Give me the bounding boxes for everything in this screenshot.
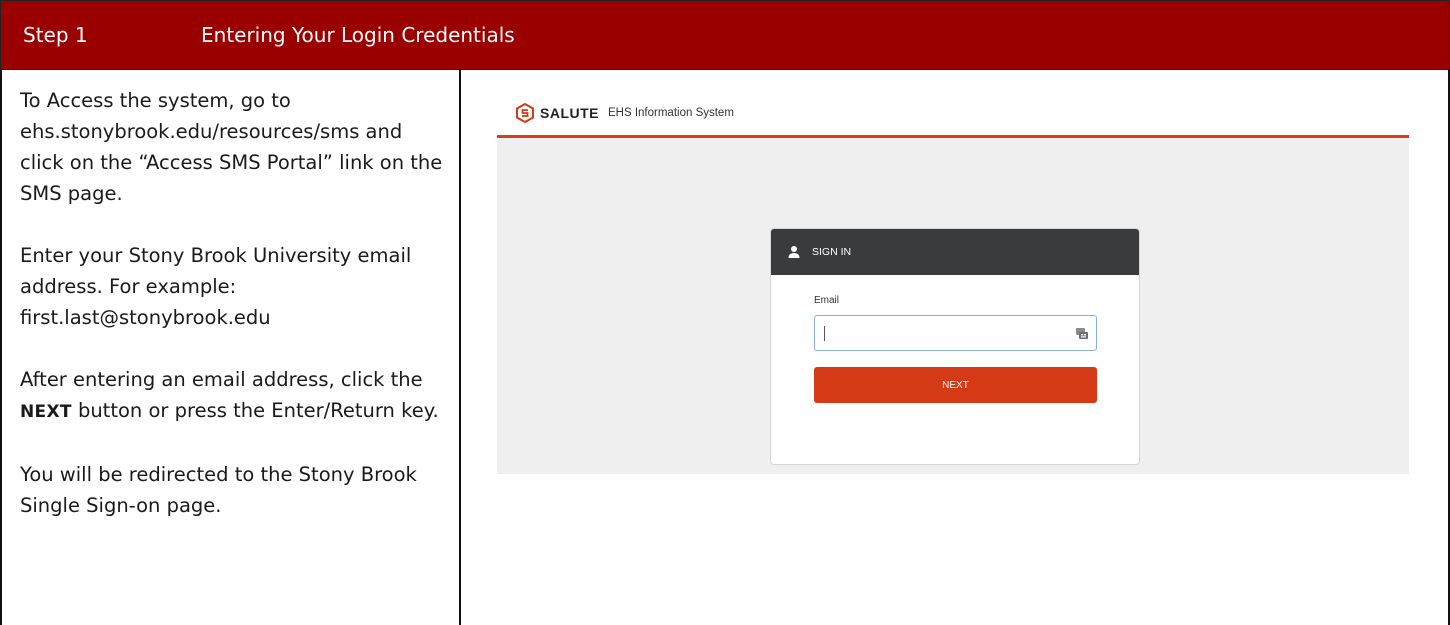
sign-in-title: SIGN IN (812, 246, 852, 258)
step-label: Step 1 (0, 0, 187, 70)
instruction-next-after: button or press the Enter/Return key. (71, 399, 439, 422)
keyboard-icon[interactable] (1076, 328, 1088, 339)
document-page: Step 1 Entering Your Login Credentials T… (0, 0, 1450, 625)
email-label: Email (814, 295, 840, 306)
logo: SALUTE EHS Information System (515, 103, 734, 123)
logo-text: SALUTE (540, 105, 599, 121)
instruction-access: To Access the system, go to ehs.stonybro… (20, 89, 443, 205)
next-keyword: Next (20, 402, 72, 422)
sign-in-card: SIGN IN Email NEXT (770, 228, 1140, 465)
instruction-next: After entering an email address, click t… (20, 364, 450, 428)
instruction-email: Enter your Stony Brook University email … (20, 244, 412, 329)
user-icon (788, 246, 800, 258)
sign-in-header: SIGN IN (771, 229, 1139, 275)
instruction-redirect: You will be redirected to the Stony Broo… (20, 463, 417, 517)
instruction-next-before: After entering an email address, click t… (20, 368, 423, 391)
app-header: SALUTE EHS Information System (497, 89, 1409, 138)
table-border-left (0, 69, 2, 625)
text-cursor (824, 326, 825, 341)
sign-in-body: Email NEXT (771, 275, 1139, 403)
table-border-middle (459, 69, 461, 625)
logo-subtitle: EHS Information System (608, 107, 734, 119)
email-field[interactable] (814, 315, 1097, 352)
instructions-column: To Access the system, go to ehs.stonybro… (20, 85, 450, 552)
next-button[interactable]: NEXT (814, 367, 1097, 403)
login-screenshot: SALUTE EHS Information System SIGN IN Em… (497, 89, 1409, 474)
salute-logo-icon (516, 103, 534, 123)
email-input[interactable] (815, 316, 1065, 352)
step-title: Entering Your Login Credentials (186, 0, 1450, 70)
